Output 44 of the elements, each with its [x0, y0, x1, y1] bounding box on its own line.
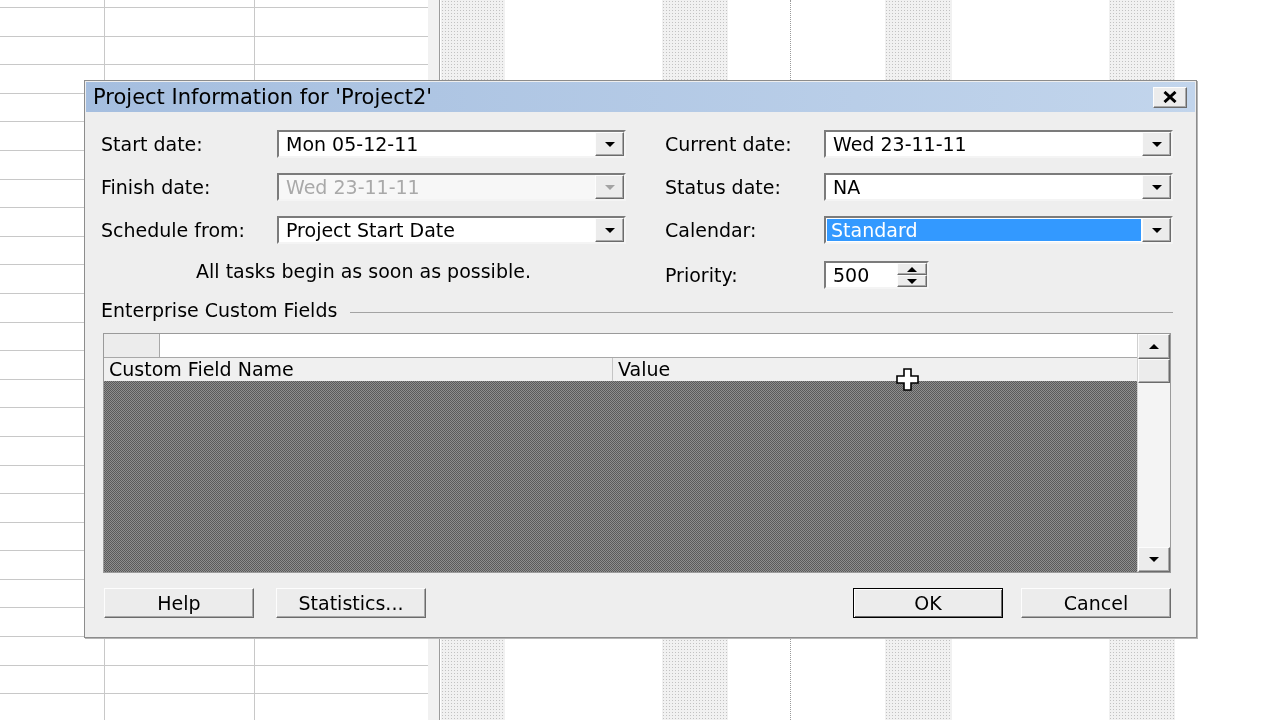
field-label: Priority: — [665, 263, 738, 286]
scroll-down-button[interactable] — [1138, 547, 1170, 572]
dropdown-button[interactable] — [1142, 132, 1171, 156]
dropdown-button[interactable] — [1142, 175, 1171, 199]
scroll-up-button[interactable] — [1138, 334, 1170, 359]
column-header[interactable]: Value — [613, 358, 1137, 381]
dialog-button[interactable]: Help — [104, 588, 254, 618]
dropdown-field[interactable]: NA — [824, 173, 1173, 201]
field-label: Current date: — [665, 132, 792, 155]
scrollbar-thumb[interactable] — [1138, 359, 1170, 383]
dialog-button[interactable]: OK — [853, 588, 1003, 618]
close-button[interactable] — [1153, 86, 1187, 108]
caret-down-icon — [1151, 227, 1162, 233]
cross-cursor-icon — [896, 368, 919, 391]
caret-down-icon — [604, 227, 615, 233]
caret-down-icon — [604, 141, 615, 147]
dialog-button[interactable]: Statistics... — [276, 588, 426, 618]
caret-down-icon — [1149, 557, 1159, 562]
dropdown-button[interactable] — [595, 218, 624, 242]
caret-up-icon — [1149, 344, 1159, 349]
field-label: Calendar: — [665, 218, 757, 241]
dialog-button[interactable]: Cancel — [1021, 588, 1171, 618]
spin-down-button[interactable] — [897, 275, 927, 287]
dropdown-button[interactable] — [1142, 218, 1171, 242]
field-label: Status date: — [665, 175, 781, 198]
close-icon — [1163, 91, 1177, 103]
caret-down-icon — [604, 184, 615, 190]
field-label: Start date: — [101, 132, 203, 155]
vertical-scrollbar[interactable] — [1137, 334, 1170, 572]
dropdown-field[interactable]: Wed 23-11-11 — [824, 130, 1173, 158]
caret-down-icon — [1151, 141, 1162, 147]
field-label: Finish date: — [101, 175, 211, 198]
caret-up-icon — [907, 266, 917, 272]
field-label: Schedule from: — [101, 218, 245, 241]
spin-up-button[interactable] — [897, 263, 927, 275]
section-label: Enterprise Custom Fields — [101, 300, 338, 320]
dropdown-field[interactable]: Mon 05-12-11 — [277, 130, 626, 158]
window-title: Project Information for 'Project2' — [93, 86, 433, 108]
dropdown-field[interactable]: Project Start Date — [277, 216, 626, 244]
dropdown-button[interactable] — [595, 132, 624, 156]
caret-down-icon — [907, 278, 917, 284]
spin-box[interactable]: 500 — [824, 261, 929, 289]
caret-down-icon — [1151, 184, 1162, 190]
schedule-note: All tasks begin as soon as possible. — [196, 261, 531, 281]
